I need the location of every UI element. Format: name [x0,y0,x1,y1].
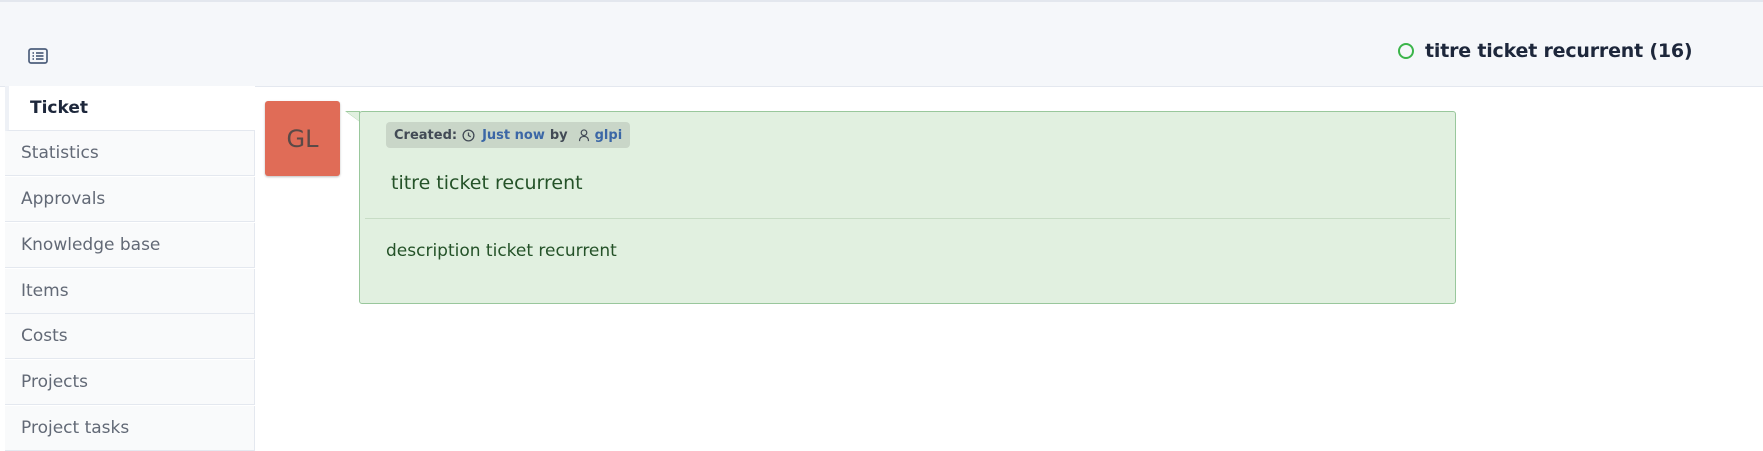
ticket-description: description ticket recurrent [386,241,617,261]
tab-costs[interactable]: Costs [5,314,255,359]
tab-project-tasks[interactable]: Project tasks [5,406,255,451]
page-title: titre ticket recurrent (16) [1425,40,1693,62]
tab-statistics[interactable]: Statistics [5,131,255,176]
list-icon[interactable] [26,45,50,67]
avatar[interactable]: GL [265,101,340,176]
ticket-item-title: titre ticket recurrent [391,172,583,194]
tab-list: Ticket Statistics Approvals Knowledge ba… [5,86,255,451]
ticket-header-title: titre ticket recurrent (16) [1398,40,1693,62]
page-header: titre ticket recurrent (16) [0,2,1763,87]
tab-projects[interactable]: Projects [5,360,255,405]
tab-ticket[interactable]: Ticket [5,86,255,131]
by-label: by [549,127,568,143]
tab-knowledge-base[interactable]: Knowledge base [5,223,255,268]
tab-approvals[interactable]: Approvals [5,177,255,222]
user-icon [578,128,590,142]
created-label: Created: [394,127,458,143]
created-badge: Created: Just now by glpi [386,122,631,148]
clock-icon [462,128,475,142]
tab-items[interactable]: Items [5,269,255,314]
card-pointer-fill [347,112,359,121]
created-time-link[interactable]: Just now [482,128,545,143]
open-status-circle-icon [1398,43,1414,59]
timeline-item-card: Created: Just now by glpi titre ticket r… [359,111,1456,304]
card-divider [365,218,1450,219]
author-link[interactable]: glpi [595,128,623,143]
